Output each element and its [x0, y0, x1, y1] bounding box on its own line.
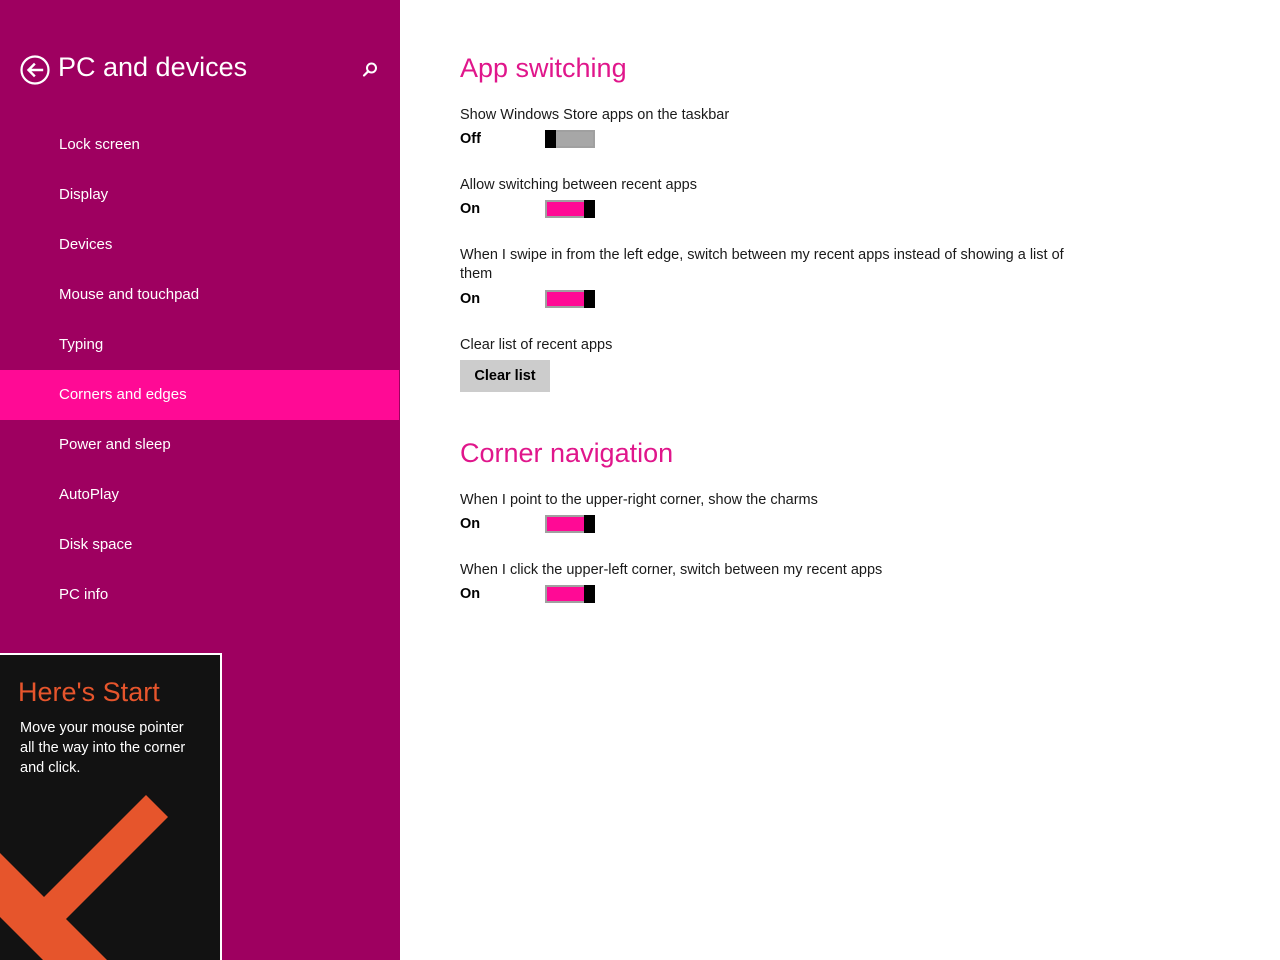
- section-title-app-switching: App switching: [460, 53, 627, 83]
- upper-right-label: When I point to the upper-right corner, …: [460, 492, 818, 508]
- nav-list: Lock screen Display Devices Mouse and to…: [0, 120, 400, 620]
- sidebar-item-lock-screen[interactable]: Lock screen: [0, 120, 400, 170]
- search-icon[interactable]: [360, 60, 380, 80]
- page-title: PC and devices: [58, 52, 248, 82]
- toggle-thumb: [584, 585, 595, 603]
- upper-right-toggle[interactable]: [545, 515, 595, 533]
- section-title-corner-navigation: Corner navigation: [460, 438, 674, 468]
- sidebar-item-typing[interactable]: Typing: [0, 320, 400, 370]
- show-store-apps-state: Off: [460, 131, 481, 147]
- swipe-left-label: When I swipe in from the left edge, swit…: [460, 247, 1064, 282]
- allow-switching-toggle[interactable]: [545, 200, 595, 218]
- tip-body: Move your mouse pointer all the way into…: [20, 720, 186, 776]
- start-tip: Here's Start Move your mouse pointer all…: [0, 653, 222, 960]
- sidebar-item-corners-and-edges[interactable]: Corners and edges: [0, 370, 399, 420]
- clear-list-button[interactable]: Clear list: [460, 360, 550, 392]
- allow-switching-state: On: [460, 201, 481, 217]
- toggle-thumb: [545, 130, 556, 148]
- upper-left-state: On: [460, 586, 481, 602]
- swipe-left-state: On: [460, 291, 481, 307]
- toggle-thumb: [584, 290, 595, 308]
- sidebar-item-power-and-sleep[interactable]: Power and sleep: [0, 420, 400, 470]
- sidebar-item-autoplay[interactable]: AutoPlay: [0, 470, 400, 520]
- allow-switching-label: Allow switching between recent apps: [460, 177, 697, 193]
- sidebar-item-disk-space[interactable]: Disk space: [0, 520, 400, 570]
- sidebar-item-mouse-and-touchpad[interactable]: Mouse and touchpad: [0, 270, 400, 320]
- back-arrow-icon[interactable]: [20, 55, 50, 85]
- sidebar-item-devices[interactable]: Devices: [0, 220, 400, 270]
- upper-left-label: When I click the upper-left corner, swit…: [460, 562, 883, 578]
- clear-list-label: Clear list of recent apps: [460, 337, 613, 353]
- show-store-apps-toggle[interactable]: [545, 130, 595, 148]
- toggle-thumb: [584, 515, 595, 533]
- sidebar-item-display[interactable]: Display: [0, 170, 400, 220]
- settings-window: PC and devices Lock screen Display Devic…: [0, 0, 1280, 960]
- sidebar: PC and devices Lock screen Display Devic…: [0, 0, 400, 960]
- upper-left-toggle[interactable]: [545, 585, 595, 603]
- toggle-thumb: [584, 200, 595, 218]
- upper-right-state: On: [460, 516, 481, 532]
- swipe-left-toggle[interactable]: [545, 290, 595, 308]
- sidebar-item-pc-info[interactable]: PC info: [0, 570, 400, 620]
- arrow-down-left-icon: [0, 795, 170, 960]
- show-store-apps-label: Show Windows Store apps on the taskbar: [460, 107, 730, 123]
- tip-title: Here's Start: [18, 677, 160, 707]
